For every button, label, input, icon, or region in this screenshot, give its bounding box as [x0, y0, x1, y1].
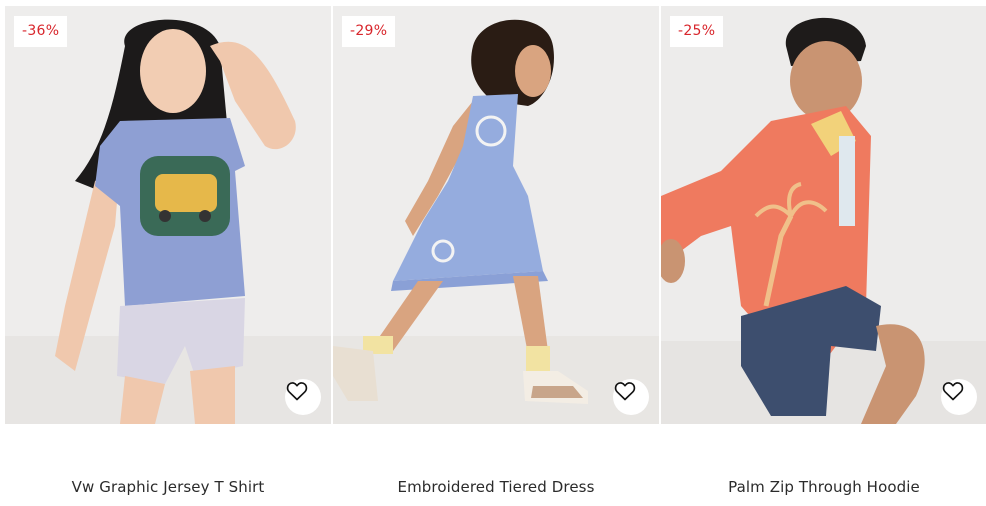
product-image[interactable]: -25% [661, 6, 986, 424]
product-photo-tshirt [5, 6, 331, 424]
product-card[interactable]: -29% Embroidered Tiered Dress [333, 6, 659, 506]
product-title[interactable]: Vw Graphic Jersey T Shirt [5, 478, 331, 496]
product-photo-hoodie [661, 6, 986, 424]
heart-outline-icon [614, 382, 636, 401]
product-image[interactable]: -29% [333, 6, 659, 424]
product-card[interactable]: -36% Vw Graphic Jersey T Shirt [5, 6, 331, 506]
wishlist-button[interactable] [285, 379, 321, 415]
discount-badge: -36% [14, 16, 68, 47]
product-photo-dress [333, 6, 659, 424]
discount-badge: -29% [342, 16, 396, 47]
product-title[interactable]: Palm Zip Through Hoodie [661, 478, 986, 496]
heart-outline-icon [942, 382, 964, 401]
wishlist-button[interactable] [613, 379, 649, 415]
heart-outline-icon [286, 382, 308, 401]
product-image[interactable]: -36% [5, 6, 331, 424]
wishlist-button[interactable] [941, 379, 977, 415]
product-grid: -36% Vw Graphic Jersey T Shirt -29% Embr… [5, 6, 986, 506]
product-title[interactable]: Embroidered Tiered Dress [333, 478, 659, 496]
product-card[interactable]: -25% Palm Zip Through Hoodie [661, 6, 986, 506]
discount-badge: -25% [670, 16, 724, 47]
